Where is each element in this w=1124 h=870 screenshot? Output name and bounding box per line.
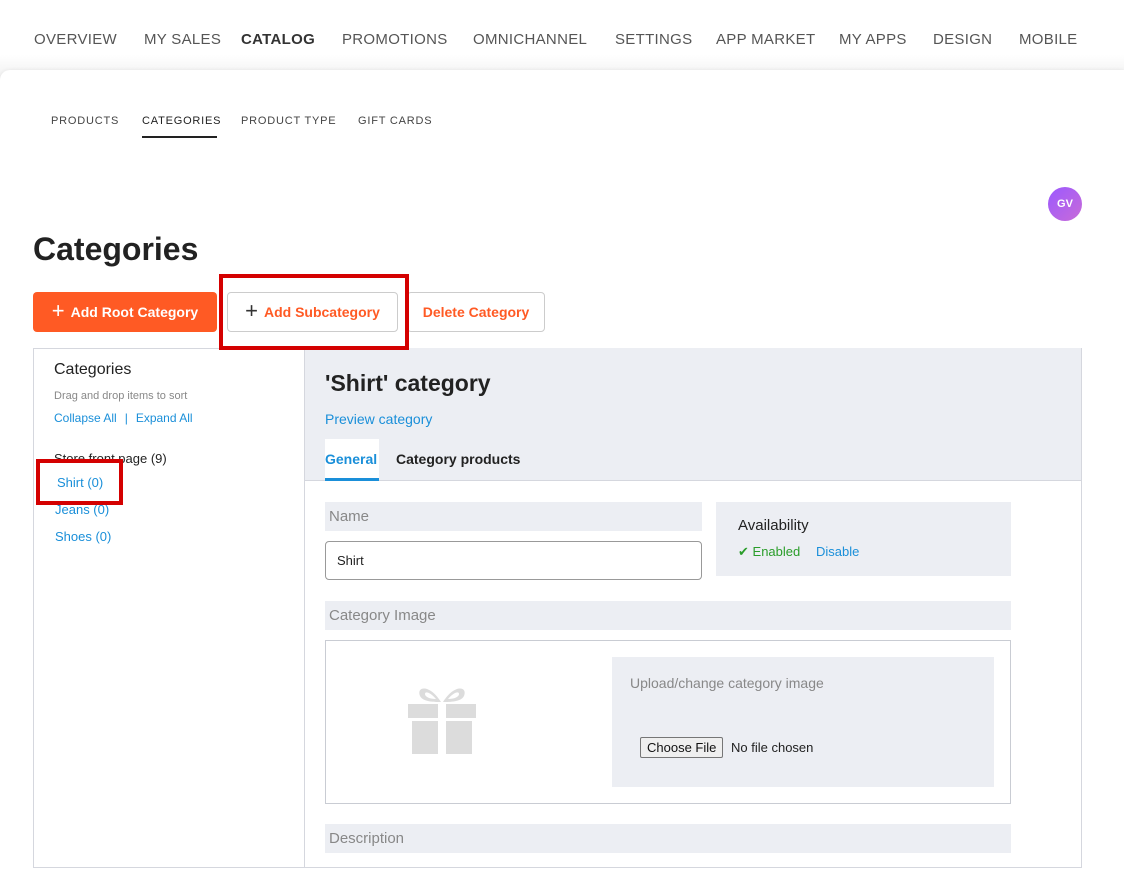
nav-settings[interactable]: SETTINGS (615, 31, 692, 48)
checkmark-icon: ✔ (738, 544, 749, 559)
avatar[interactable]: GV (1048, 187, 1082, 221)
link-separator: | (124, 411, 128, 425)
availability-title: Availability (738, 517, 809, 534)
disable-link[interactable]: Disable (816, 544, 859, 559)
nav-my-sales[interactable]: MY SALES (144, 31, 221, 48)
nav-mobile[interactable]: MOBILE (1019, 31, 1077, 48)
gift-icon (408, 688, 476, 754)
tab-general[interactable]: General (325, 451, 377, 467)
plus-icon: + (245, 298, 258, 323)
delete-category-button[interactable]: Delete Category (407, 292, 545, 332)
page-title: Categories (33, 231, 199, 267)
tab-active-indicator (325, 478, 379, 481)
category-image-label: Category Image (325, 601, 1011, 630)
subtab-gift-cards[interactable]: GIFT CARDS (358, 115, 432, 127)
expand-all-link[interactable]: Expand All (136, 411, 193, 425)
category-sidebar (33, 348, 305, 868)
tree-item-shoes[interactable]: Shoes (0) (55, 529, 111, 544)
upload-label: Upload/change category image (630, 675, 824, 691)
add-root-category-button[interactable]: + Add Root Category (33, 292, 217, 332)
nav-my-apps[interactable]: MY APPS (839, 31, 907, 48)
name-field[interactable] (325, 541, 702, 580)
tab-category-products[interactable]: Category products (396, 451, 520, 467)
name-label: Name (325, 502, 702, 531)
nav-promotions[interactable]: PROMOTIONS (342, 31, 448, 48)
add-subcategory-button[interactable]: + Add Subcategory (227, 292, 398, 332)
availability-status: ✔ Enabled (738, 544, 800, 560)
nav-catalog[interactable]: CATALOG (241, 31, 315, 48)
availability-panel (716, 502, 1011, 576)
nav-omnichannel[interactable]: OMNICHANNEL (473, 31, 587, 48)
subtab-categories[interactable]: CATEGORIES (142, 115, 221, 127)
sidebar-title: Categories (54, 361, 132, 378)
nav-overview[interactable]: OVERVIEW (34, 31, 117, 48)
sidebar-hint: Drag and drop items to sort (54, 390, 188, 402)
add-subcategory-label: Add Subcategory (263, 304, 380, 320)
availability-status-label: Enabled (752, 544, 801, 559)
subtab-product-type[interactable]: PRODUCT TYPE (241, 115, 336, 127)
subtab-products[interactable]: PRODUCTS (51, 115, 119, 127)
choose-file-button[interactable]: Choose File (640, 737, 724, 758)
plus-icon: + (51, 298, 65, 323)
category-title: 'Shirt' category (325, 370, 491, 396)
preview-category-link[interactable]: Preview category (325, 411, 432, 427)
subtab-active-indicator (142, 136, 217, 138)
tree-item-shirt[interactable]: Shirt (0) (57, 475, 103, 490)
tree-root-store-front[interactable]: Store front page (9) (54, 451, 167, 466)
delete-category-label: Delete Category (422, 304, 530, 320)
add-root-category-label: Add Root Category (70, 304, 199, 320)
sidebar-links: Collapse All | Expand All (54, 411, 193, 425)
nav-design[interactable]: DESIGN (933, 31, 992, 48)
nav-app-market[interactable]: APP MARKET (716, 31, 815, 48)
tree-item-jeans[interactable]: Jeans (0) (55, 502, 109, 517)
file-status: No file chosen (731, 740, 814, 755)
collapse-all-link[interactable]: Collapse All (54, 411, 117, 425)
